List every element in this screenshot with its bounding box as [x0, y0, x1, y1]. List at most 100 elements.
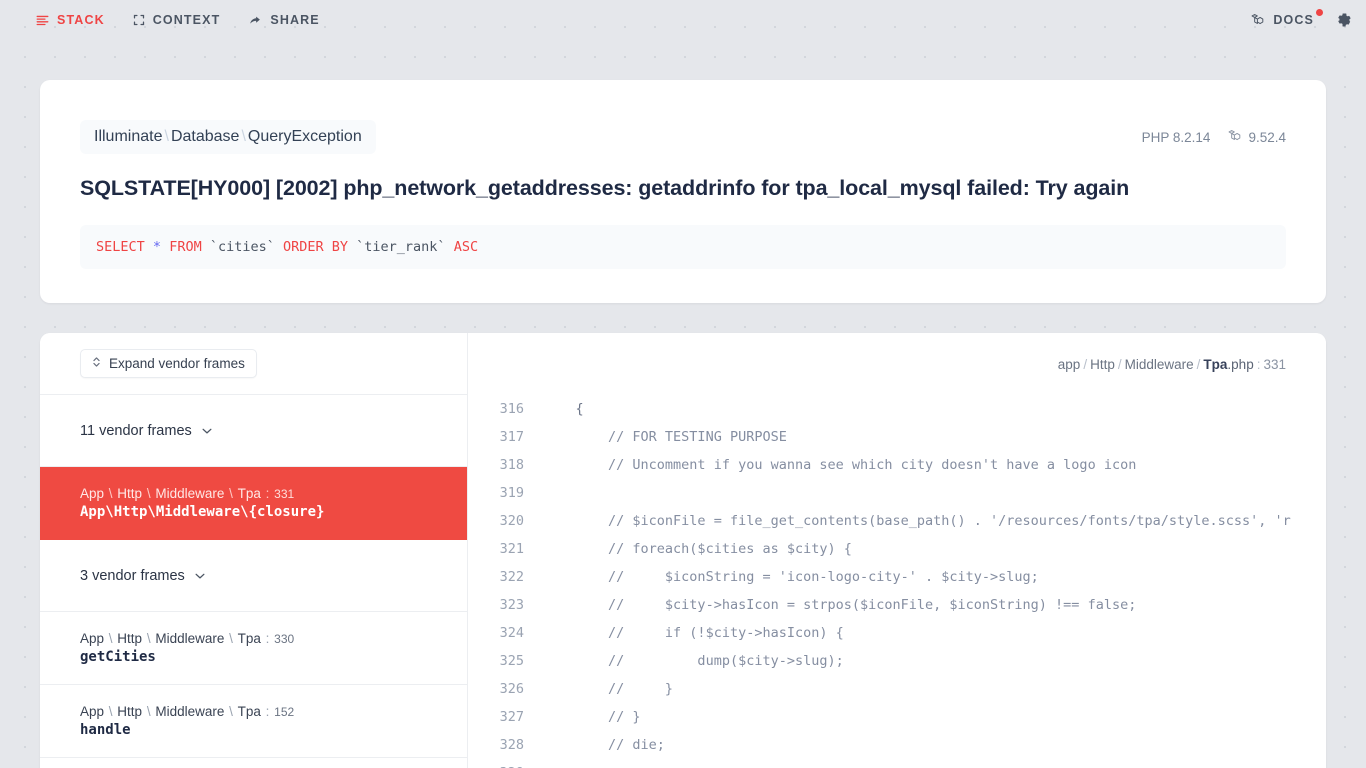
sql-token: ASC: [453, 239, 479, 255]
topbar-left-group: STACK CONTEXT SHARE: [36, 13, 320, 27]
namespace-part: Tpa: [237, 704, 261, 719]
code-line-number: 325: [499, 653, 524, 669]
nav-tab-share[interactable]: SHARE: [248, 13, 319, 27]
frames-sidebar: Expand vendor frames 11 vendor frames App…: [40, 333, 468, 768]
exception-version-meta: PHP 8.2.14 9.52.4: [1142, 129, 1286, 146]
namespace-separator: \: [164, 128, 169, 145]
line-separator: :: [261, 704, 274, 719]
code-line: 319: [468, 479, 1326, 507]
breadcrumb-file-name: Tpa: [1203, 356, 1228, 372]
code-line-text: // }: [543, 703, 641, 731]
code-line-text: // }: [543, 675, 673, 703]
sql-token: *: [152, 239, 162, 255]
exception-class-part: QueryException: [247, 128, 362, 145]
code-line: 329: [468, 759, 1326, 768]
laravel-logo-icon: [1251, 13, 1265, 27]
namespace-part: Middleware: [155, 631, 225, 646]
chevron-up-down-icon: [92, 356, 101, 371]
exception-class-part: Illuminate: [94, 128, 163, 145]
code-line: 322 // $iconString = 'icon-logo-city-' .…: [468, 563, 1326, 591]
settings-button[interactable]: [1336, 12, 1352, 28]
namespace-part: Http: [117, 486, 143, 501]
code-line-number: 322: [499, 569, 524, 585]
namespace-separator: \: [143, 486, 155, 501]
stack-frame-method: getCities: [80, 649, 156, 665]
code-line-number: 323: [499, 597, 524, 613]
sql-token: `cities`: [201, 239, 283, 255]
namespace-separator: \: [105, 486, 117, 501]
stack-trace-panel: Expand vendor frames 11 vendor frames App…: [40, 333, 1326, 768]
code-line-number: 324: [499, 625, 524, 641]
top-navigation-bar: STACK CONTEXT SHARE DOCS: [0, 0, 1366, 40]
breadcrumb-part: Http: [1090, 356, 1115, 372]
sql-token: FROM: [169, 239, 202, 255]
code-line: 320 // $iconFile = file_get_contents(bas…: [468, 507, 1326, 535]
expand-vendor-frames-button[interactable]: Expand vendor frames: [80, 349, 257, 378]
namespace-part: Middleware: [155, 486, 225, 501]
stack-frame-row[interactable]: App \ Http \ Middleware \ Tpa : 330 getCi…: [40, 612, 467, 685]
vendor-frames-toggle[interactable]: 3 vendor frames: [40, 758, 467, 768]
code-comment: // FOR TESTING PURPOSE: [608, 429, 787, 445]
stack-frame-line-number: 330: [274, 632, 295, 646]
namespace-part: Http: [117, 704, 143, 719]
laravel-version-label: 9.52.4: [1248, 129, 1286, 145]
code-line-number: 320: [499, 513, 524, 529]
namespace-part: App: [80, 704, 105, 719]
exception-message-title: SQLSTATE[HY000] [2002] php_network_getad…: [80, 176, 1130, 200]
stack-lines-icon: [36, 14, 49, 27]
code-comment: // dump($city->slug);: [608, 653, 844, 669]
code-line: 327 // }: [468, 703, 1326, 731]
vendor-frames-toggle[interactable]: 11 vendor frames: [40, 395, 467, 467]
code-line-number: 318: [499, 457, 524, 473]
expand-vendor-frames-label: Expand vendor frames: [109, 356, 245, 371]
namespace-separator: \: [143, 631, 155, 646]
namespace-separator: \: [225, 631, 237, 646]
code-line-number: 316: [499, 401, 524, 417]
path-separator: /: [1083, 356, 1088, 372]
code-line: 321 // foreach($cities as $city) {: [468, 535, 1326, 563]
code-line-text: // die;: [543, 731, 665, 759]
code-line-text: // foreach($cities as $city) {: [543, 535, 852, 563]
topbar-right-group: DOCS: [1251, 9, 1352, 28]
vendor-frames-label: 11 vendor frames: [80, 422, 192, 439]
breadcrumb-line-number: 331: [1263, 356, 1286, 372]
path-separator: /: [1117, 356, 1122, 372]
code-comment: // }: [608, 681, 674, 697]
breadcrumb-part: app: [1057, 356, 1081, 372]
namespace-separator: \: [143, 704, 155, 719]
exception-class-badge: Illuminate \ Database \ QueryException: [80, 120, 376, 154]
nav-docs-link[interactable]: DOCS: [1251, 9, 1323, 27]
namespace-part: App: [80, 631, 105, 646]
code-line-text: // dump($city->slug);: [543, 647, 844, 675]
code-comment: // die;: [608, 737, 665, 753]
laravel-logo-icon: [1228, 129, 1242, 146]
code-line: 316 {: [468, 395, 1326, 423]
stack-frame-method: App\Http\Middleware\{closure}: [80, 504, 325, 520]
code-comment: // if (!$city->hasIcon) {: [608, 625, 844, 641]
line-separator: :: [261, 631, 274, 646]
code-comment: // $iconFile = file_get_contents(base_pa…: [608, 513, 1291, 529]
code-line-text: {: [543, 401, 584, 417]
vendor-frames-label: 3 vendor frames: [80, 567, 185, 584]
stack-frame-row-active[interactable]: App \ Http \ Middleware \ Tpa : 331 App\H…: [40, 467, 467, 540]
sql-token: ORDER BY: [283, 239, 349, 255]
code-comment: // $city->hasIcon = strpos($iconFile, $i…: [608, 597, 1137, 613]
exception-card: Illuminate \ Database \ QueryException PHP 8…: [40, 80, 1326, 303]
nav-tab-context[interactable]: CONTEXT: [133, 13, 221, 27]
code-line-number: 321: [499, 541, 524, 557]
namespace-separator: \: [105, 631, 117, 646]
namespace-part: Http: [117, 631, 143, 646]
code-file-breadcrumb: app / Http / Middleware / Tpa .php:331: [468, 333, 1326, 395]
stack-frame-line-number: 152: [274, 705, 295, 719]
nav-tab-stack[interactable]: STACK: [36, 13, 105, 27]
exception-class-part: Database: [170, 128, 240, 145]
code-viewer: app / Http / Middleware / Tpa .php:331 316 {317…: [468, 333, 1326, 768]
breadcrumb-file-ext: .php: [1227, 356, 1254, 372]
stack-frame-row[interactable]: App \ Http \ Middleware \ Tpa : 152 handl…: [40, 685, 467, 758]
code-comment: // $iconString = 'icon-logo-city-' . $ci…: [608, 569, 1039, 585]
crop-frame-icon: [133, 14, 145, 26]
vendor-frames-toggle[interactable]: 3 vendor frames: [40, 540, 467, 612]
nav-tab-stack-label: STACK: [57, 13, 105, 27]
code-line-number: 329: [468, 759, 543, 768]
